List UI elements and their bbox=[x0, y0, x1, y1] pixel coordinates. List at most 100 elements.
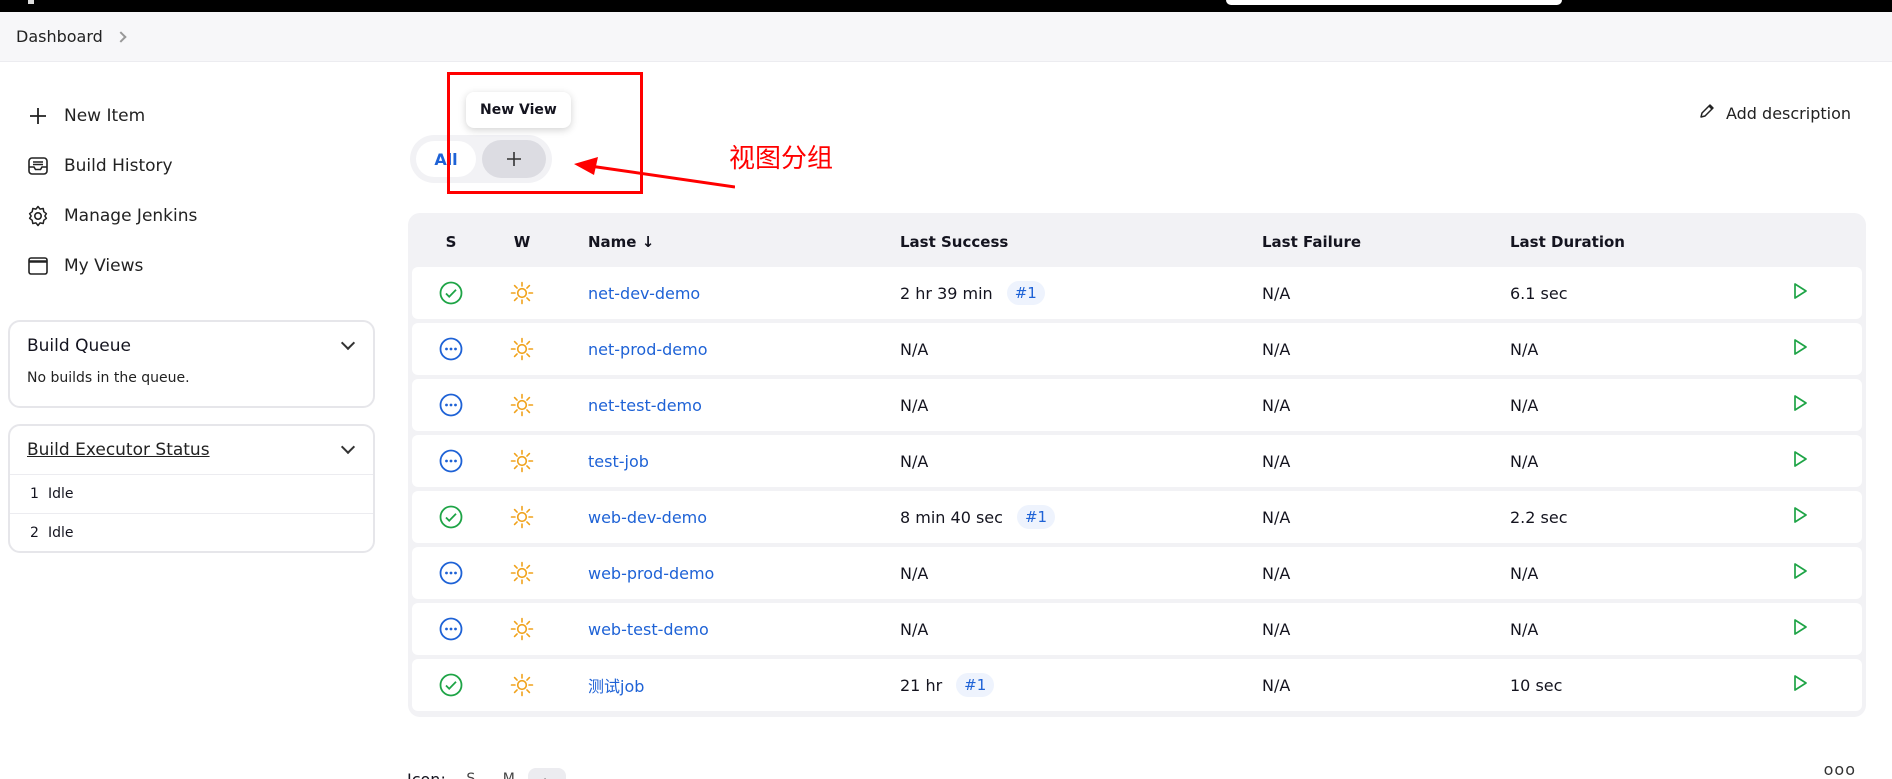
run-build-icon[interactable] bbox=[1790, 673, 1810, 697]
executor-number: 2 bbox=[30, 525, 39, 541]
run-build-icon[interactable] bbox=[1790, 561, 1810, 585]
jenkins-logo[interactable] bbox=[28, 0, 34, 4]
chevron-down-icon[interactable] bbox=[340, 439, 356, 455]
not-built-status-icon bbox=[412, 393, 490, 417]
annotation-text: 视图分组 bbox=[729, 144, 834, 174]
header-last-success[interactable]: Last Success bbox=[898, 233, 1260, 251]
last-success-text: 2 hr 39 min bbox=[900, 283, 993, 303]
build-queue-header[interactable]: Build Queue bbox=[10, 322, 373, 370]
not-built-status-icon bbox=[412, 337, 490, 361]
header-status[interactable]: S bbox=[412, 233, 490, 251]
icon-size-label: Icon: bbox=[407, 769, 446, 779]
executor-status-title[interactable]: Build Executor Status bbox=[27, 440, 210, 460]
more-options-icon[interactable]: ooo bbox=[1824, 760, 1856, 779]
table-row: web-prod-demo N/A N/A N/A bbox=[412, 547, 1862, 599]
pencil-icon bbox=[1698, 102, 1716, 124]
success-status-icon bbox=[412, 673, 490, 697]
build-history-link[interactable]: Build History bbox=[26, 151, 173, 181]
sunny-weather-icon bbox=[490, 393, 554, 417]
last-success-text: 8 min 40 sec bbox=[900, 507, 1003, 527]
breadcrumb: Dashboard bbox=[0, 12, 1892, 62]
last-failure-text: N/A bbox=[1262, 507, 1291, 527]
executor-row: 2 Idle bbox=[10, 513, 373, 552]
table-body: net-dev-demo 2 hr 39 min #1 N/A 6.1 sec net-p… bbox=[412, 267, 1862, 711]
not-built-status-icon bbox=[412, 617, 490, 641]
executor-status: Idle bbox=[48, 525, 74, 541]
run-build-icon[interactable] bbox=[1790, 449, 1810, 473]
last-success-text: N/A bbox=[900, 395, 929, 415]
chevron-down-icon[interactable] bbox=[340, 335, 356, 351]
job-link[interactable]: web-prod-demo bbox=[588, 564, 714, 583]
icon-size-selector: Icon: S M L bbox=[407, 756, 566, 779]
table-row: 测试job 21 hr #1 N/A 10 sec bbox=[412, 659, 1862, 711]
table-row: net-test-demo N/A N/A N/A bbox=[412, 379, 1862, 431]
header-last-duration[interactable]: Last Duration bbox=[1508, 233, 1786, 251]
build-number-badge[interactable]: #1 bbox=[956, 673, 995, 697]
sunny-weather-icon bbox=[490, 505, 554, 529]
my-views-link[interactable]: My Views bbox=[26, 251, 143, 281]
run-build-icon[interactable] bbox=[1790, 393, 1810, 417]
build-number-badge[interactable]: #1 bbox=[1016, 505, 1056, 529]
add-description-label: Add description bbox=[1725, 103, 1851, 123]
icon-size-l[interactable]: L bbox=[527, 768, 566, 779]
run-build-icon[interactable] bbox=[1790, 617, 1810, 641]
last-success-text: N/A bbox=[900, 619, 929, 639]
sunny-weather-icon bbox=[490, 449, 554, 473]
job-link[interactable]: net-prod-demo bbox=[588, 340, 708, 359]
last-failure-text: N/A bbox=[1262, 283, 1291, 303]
last-duration-text: 6.1 sec bbox=[1510, 283, 1568, 303]
executor-status-header: Build Executor Status bbox=[10, 426, 373, 474]
job-link[interactable]: test-job bbox=[588, 452, 649, 471]
build-queue-title: Build Queue bbox=[27, 336, 131, 356]
annotation-arrow bbox=[574, 157, 735, 189]
last-failure-text: N/A bbox=[1262, 563, 1291, 583]
run-build-icon[interactable] bbox=[1790, 505, 1810, 529]
table-header: S W Name ↓ Last Success Last Failure Las… bbox=[412, 217, 1862, 267]
success-status-icon bbox=[412, 281, 490, 305]
gear-icon bbox=[26, 204, 50, 228]
search-input[interactable] bbox=[1226, 0, 1562, 5]
table-row: web-dev-demo 8 min 40 sec #1 N/A 2.2 sec bbox=[412, 491, 1862, 543]
executor-row: 1 Idle bbox=[10, 474, 373, 513]
table-row: web-test-demo N/A N/A N/A bbox=[412, 603, 1862, 655]
job-link[interactable]: 测试job bbox=[588, 677, 644, 696]
build-number-badge[interactable]: #1 bbox=[1006, 281, 1045, 305]
new-item-link[interactable]: New Item bbox=[26, 101, 145, 131]
last-success-text: 21 hr bbox=[900, 675, 943, 695]
run-build-icon[interactable] bbox=[1790, 281, 1810, 305]
success-status-icon bbox=[412, 505, 490, 529]
last-success-text: N/A bbox=[900, 563, 929, 583]
last-duration-text: N/A bbox=[1510, 339, 1539, 359]
chevron-right-icon[interactable] bbox=[115, 30, 127, 43]
header-name[interactable]: Name ↓ bbox=[554, 233, 898, 251]
header-weather[interactable]: W bbox=[490, 233, 554, 251]
run-build-icon[interactable] bbox=[1790, 337, 1810, 361]
last-duration-text: 10 sec bbox=[1510, 675, 1563, 695]
executor-number: 1 bbox=[30, 486, 39, 502]
not-built-status-icon bbox=[412, 561, 490, 585]
job-link[interactable]: net-test-demo bbox=[588, 396, 702, 415]
job-link[interactable]: web-dev-demo bbox=[588, 508, 707, 527]
last-failure-text: N/A bbox=[1262, 395, 1291, 415]
icon-size-m[interactable]: M bbox=[490, 762, 528, 779]
add-description-button[interactable]: Add description bbox=[1698, 102, 1851, 124]
last-failure-text: N/A bbox=[1262, 619, 1291, 639]
job-link[interactable]: web-test-demo bbox=[588, 620, 709, 639]
build-queue-pane: Build Queue No builds in the queue. bbox=[8, 320, 375, 408]
manage-jenkins-label: Manage Jenkins bbox=[64, 206, 198, 226]
executor-status-pane: Build Executor Status 1 Idle 2 Idle bbox=[8, 424, 375, 553]
manage-jenkins-link[interactable]: Manage Jenkins bbox=[26, 201, 197, 231]
last-duration-text: N/A bbox=[1510, 395, 1539, 415]
plus-icon bbox=[26, 104, 50, 128]
header-last-failure[interactable]: Last Failure bbox=[1260, 233, 1508, 251]
last-failure-text: N/A bbox=[1262, 451, 1291, 471]
breadcrumb-dashboard[interactable]: Dashboard bbox=[16, 27, 103, 46]
job-link[interactable]: net-dev-demo bbox=[588, 284, 700, 303]
sunny-weather-icon bbox=[490, 281, 554, 305]
top-header bbox=[0, 0, 1892, 12]
table-row: net-dev-demo 2 hr 39 min #1 N/A 6.1 sec bbox=[412, 267, 1862, 319]
icon-size-s[interactable]: S bbox=[452, 762, 490, 779]
last-duration-text: N/A bbox=[1510, 563, 1539, 583]
sunny-weather-icon bbox=[490, 617, 554, 641]
last-failure-text: N/A bbox=[1262, 339, 1291, 359]
